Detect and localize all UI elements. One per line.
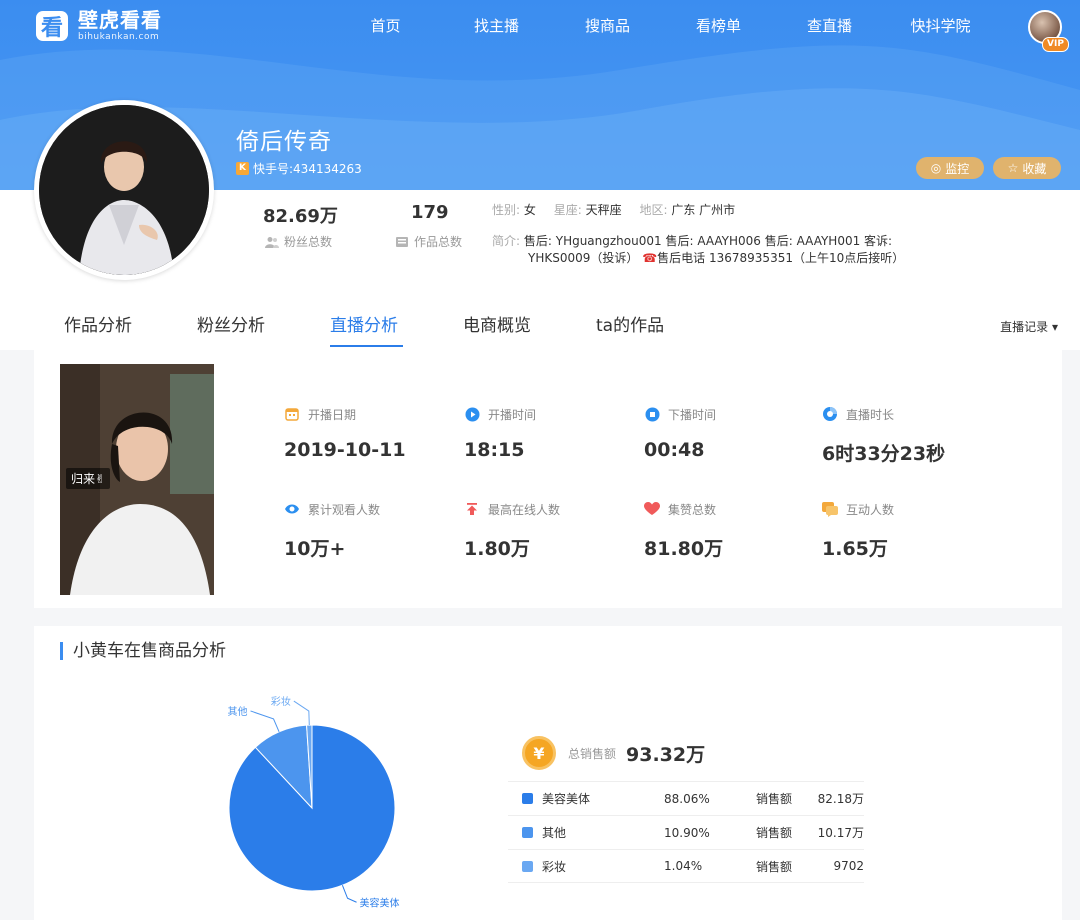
analysis-tabs: 作品分析 粉丝分析 直播分析 电商概览 ta的作品 <box>34 305 699 347</box>
works-label: 作品总数 <box>395 233 462 250</box>
live-record-dropdown[interactable]: 直播记录 ▾ <box>1000 318 1058 335</box>
metric-end-time: 下播时间 00:48 <box>644 406 717 461</box>
live-cover-photo[interactable]: 归来✌ <box>60 364 214 595</box>
tab-ta-works[interactable]: ta的作品 <box>566 305 699 347</box>
goods-section-title: 小黄车在售商品分析 <box>60 642 226 660</box>
logo-icon: 看 <box>36 11 68 41</box>
star-icon: ☆ <box>1007 161 1019 175</box>
table-row: 彩妆 1.04% 销售额 9702 <box>508 849 864 883</box>
nav-academy[interactable]: 快抖学院 <box>885 0 996 52</box>
pie-leader-line-2 <box>293 700 310 726</box>
profile-photo <box>39 105 209 275</box>
monitor-button[interactable]: ◎ 监控 <box>916 157 984 179</box>
stop-icon <box>644 406 660 422</box>
arrow-up-icon <box>464 501 480 517</box>
fans-label: 粉丝总数 <box>265 233 332 250</box>
kuaishou-icon: K <box>236 162 249 175</box>
metric-duration: 直播时长 6时33分23秒 <box>822 406 946 465</box>
svg-text:看: 看 <box>41 16 63 41</box>
heart-icon <box>644 501 660 517</box>
brand-subtitle: bihukankan.com <box>78 32 160 42</box>
favorite-button[interactable]: ☆ 收藏 <box>993 157 1061 179</box>
metric-start-time: 开播时间 18:15 <box>464 406 537 461</box>
clock-icon <box>822 406 838 422</box>
live-cover-tag: 归来✌ <box>66 468 111 489</box>
favorite-label: 收藏 <box>1022 161 1047 176</box>
legend-swatch <box>522 793 533 804</box>
goods-analysis-card: 小黄车在售商品分析 美容美体 其他 彩妆 ¥ 总销售额 93.32万 美容美体 88… <box>34 626 1062 920</box>
works-count: 179 <box>411 202 449 223</box>
vip-badge: VIP <box>1042 37 1069 52</box>
nav-find-anchor[interactable]: 找主播 <box>441 0 552 52</box>
category-pie-chart: 美容美体 其他 彩妆 <box>228 696 400 909</box>
intro-line-2: YHKS0009（投诉） ☎售后电话 13678935351（上午10点后接听） <box>528 251 905 265</box>
caret-down-icon: ▾ <box>1051 320 1058 334</box>
calendar-icon <box>284 406 300 422</box>
table-row: 美容美体 88.06% 销售额 82.18万 <box>508 781 864 815</box>
kuaishou-id: K 快手号:434134263 <box>236 160 362 177</box>
top-nav: 首页 找主播 搜商品 看榜单 查直播 快抖学院 <box>330 0 996 52</box>
profile-avatar <box>34 100 214 280</box>
live-summary-card: 归来✌ 开播日期 2019-10-11 开播时间 18:15 下播时间 00:4… <box>34 350 1062 608</box>
tab-fans-analysis[interactable]: 粉丝分析 <box>167 305 300 347</box>
pie-leader-line-1 <box>250 710 280 733</box>
total-sales: ¥ 总销售额 93.32万 <box>522 736 705 770</box>
monitor-label: 监控 <box>945 161 970 176</box>
legend-swatch <box>522 860 533 872</box>
metric-start-date: 开播日期 2019-10-11 <box>284 406 406 462</box>
fans-count: 82.69万 <box>263 206 338 227</box>
basic-info: 性别: 女 星座: 天秤座 地区: 广东 广州市 <box>492 203 736 217</box>
legend-swatch <box>522 827 533 838</box>
table-row: 其他 10.90% 销售额 10.17万 <box>508 815 864 849</box>
metric-total-likes: 集赞总数 81.80万 <box>644 501 724 560</box>
pie-label-2: 彩妆 <box>271 696 291 708</box>
tab-works-analysis[interactable]: 作品分析 <box>34 305 167 347</box>
works-icon <box>396 236 408 247</box>
tab-ecommerce-overview[interactable]: 电商概览 <box>433 305 566 347</box>
metric-total-viewers: 累计观看人数 10万+ <box>284 501 381 561</box>
eye-icon <box>284 501 300 517</box>
total-sales-label: 总销售额 <box>568 746 617 761</box>
brand-title: 壁虎看看 <box>78 8 162 32</box>
metric-interactions: 互动人数 1.65万 <box>822 501 895 560</box>
total-sales-value: 93.32万 <box>626 743 706 766</box>
users-icon <box>265 236 279 248</box>
nav-home[interactable]: 首页 <box>330 0 441 52</box>
category-legend-table: 美容美体 88.06% 销售额 82.18万 其他 10.90% 销售额 10.… <box>508 781 864 883</box>
chat-icon <box>822 501 838 517</box>
kuaishou-id-text: 快手号:434134263 <box>253 162 362 176</box>
nav-check-live[interactable]: 查直播 <box>774 0 885 52</box>
pie-leader-line-0 <box>341 885 357 903</box>
pie-label-0: 美容美体 <box>360 896 400 909</box>
phone-icon: ☎ <box>642 251 658 265</box>
brand-logo[interactable]: 看 壁虎看看 bihukankan.com <box>34 6 162 46</box>
tab-live-analysis[interactable]: 直播分析 <box>300 305 433 347</box>
pie-label-1: 其他 <box>228 705 248 718</box>
nav-search-goods[interactable]: 搜商品 <box>552 0 663 52</box>
nav-rankings[interactable]: 看榜单 <box>663 0 774 52</box>
intro-line-1: 简介: 售后: YHguangzhou001 售后: AAAYH006 售后: … <box>492 234 893 248</box>
play-icon <box>464 406 480 422</box>
monitor-icon: ◎ <box>930 161 942 175</box>
anchor-name: 倚后传奇 <box>236 129 332 155</box>
coin-icon: ¥ <box>522 736 556 770</box>
metric-peak-online: 最高在线人数 1.80万 <box>464 501 561 561</box>
